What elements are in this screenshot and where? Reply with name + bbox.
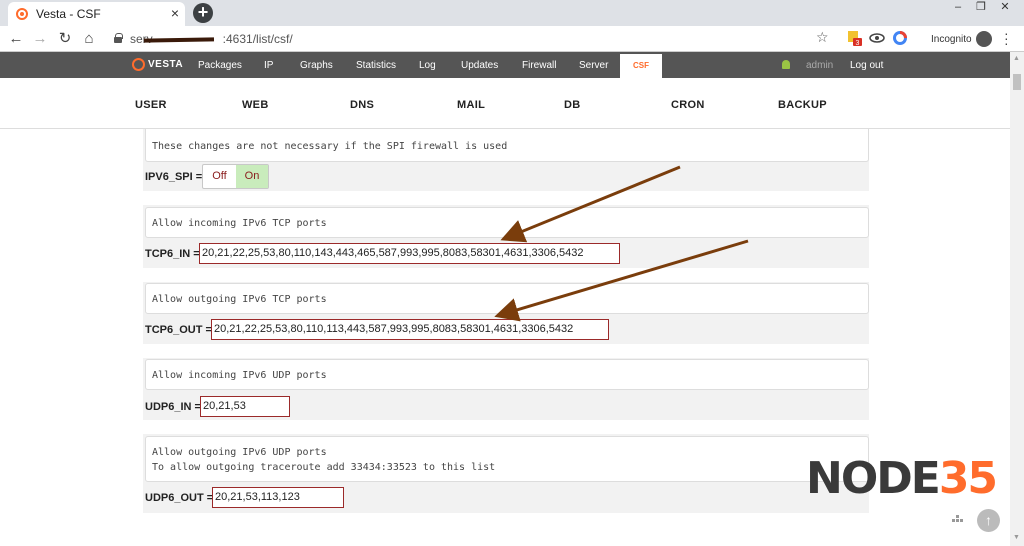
scroll-down-icon[interactable]: ▼ [1013,534,1020,541]
tab-bar: Vesta - CSF × + – ❐ ✕ [0,0,1024,26]
nav-server[interactable]: Server [579,60,608,71]
ipv6-spi-on-option[interactable]: On [236,165,268,188]
vesta-logo-text: VESTA [148,59,184,70]
logout-link[interactable]: Log out [850,60,883,71]
nav-csf-label: CSF [633,61,649,70]
nav-updates[interactable]: Updates [461,60,498,71]
ipv6-spi-toggle[interactable]: Off On [202,164,269,189]
star-icon[interactable]: ☆ [816,29,829,46]
section-web[interactable]: WEB [242,99,269,111]
browser-toolbar: ← → ↻ ⌂ serv:4631/list/csf/ ☆ 3 Incognit… [0,26,1024,52]
tcp6-out-label: TCP6_OUT = [145,324,212,336]
section-mail[interactable]: MAIL [457,99,485,111]
watermark-part-a: NODE [806,453,941,504]
back-icon[interactable]: ← [7,30,25,48]
ipv6-spi-label: IPV6_SPI = [145,171,203,183]
scroll-thumb[interactable] [1013,74,1021,90]
forward-icon[interactable]: → [31,30,49,48]
user-name[interactable]: admin [806,60,833,71]
udp6-out-input[interactable]: 20,21,53,113,123 [212,487,344,508]
tab-title: Vesta - CSF [36,7,101,21]
section-cron[interactable]: CRON [671,99,705,111]
restore-button[interactable]: ❐ [971,0,991,14]
url-path: :4631/list/csf/ [222,32,293,46]
eye-extension-icon[interactable] [869,30,885,46]
close-window-button[interactable]: ✕ [995,0,1015,14]
vesta-logo-icon [132,58,145,71]
section-user[interactable]: USER [135,99,167,111]
tcp6-in-label: TCP6_IN = [145,248,200,260]
nav-log[interactable]: Log [419,60,436,71]
watermark-part-b: 35 [938,453,998,504]
vesta-section-nav: USER WEB DNS MAIL DB CRON BACKUP [0,78,1010,129]
tcp6-out-input[interactable]: 20,21,22,25,53,80,110,113,443,587,993,99… [211,319,609,340]
nav-graphs[interactable]: Graphs [300,60,333,71]
nav-ip[interactable]: IP [264,60,273,71]
section-backup[interactable]: BACKUP [778,99,827,111]
browser-window: Vesta - CSF × + – ❐ ✕ ← → ↻ ⌂ serv:4631/… [0,0,1024,546]
nav-packages[interactable]: Packages [198,60,242,71]
extension-badge: 3 [856,40,860,46]
reload-icon[interactable]: ↻ [56,30,74,48]
tcp6-out-comment: Allow outgoing IPv6 TCP ports [145,283,869,314]
tcp6-in-comment: Allow incoming IPv6 TCP ports [145,207,869,238]
udp6-in-input[interactable]: 20,21,53 [200,396,290,417]
scroll-up-icon[interactable]: ▲ [1013,55,1020,62]
nav-csf[interactable]: CSF [620,54,662,78]
vesta-top-nav: VESTA Packages IP Graphs Statistics Log … [0,52,1010,78]
udp6-out-label: UDP6_OUT = [145,492,214,504]
section-db[interactable]: DB [564,99,581,111]
incognito-icon[interactable] [976,31,992,47]
extension-icon[interactable]: 3 [846,30,862,47]
udp6-in-comment: Allow incoming IPv6 UDP ports [145,359,869,390]
address-bar[interactable]: serv:4631/list/csf/ [110,29,840,49]
node35-watermark: NODE35 [806,457,998,501]
color-extension-icon[interactable] [892,30,908,46]
vesta-favicon-icon [16,8,28,20]
nav-statistics[interactable]: Statistics [356,60,396,71]
udp6-in-label: UDP6_IN = [145,401,201,413]
lock-icon [114,33,123,43]
tab-close-icon[interactable]: × [171,5,179,21]
tcp6-in-input[interactable]: 20,21,22,25,53,80,110,143,443,465,587,99… [199,243,620,264]
page-scrollbar[interactable]: ▲ ▼ [1010,52,1024,546]
grid-dots-icon [952,515,964,523]
incognito-label: Incognito [931,34,972,45]
scroll-top-icon[interactable]: ↑ [977,509,1000,532]
home-icon[interactable]: ⌂ [80,30,98,48]
browser-tab[interactable]: Vesta - CSF × [8,2,185,26]
menu-icon[interactable]: · · · [1004,26,1010,50]
minimize-button[interactable]: – [948,0,968,14]
udp6-out-comment: Allow outgoing IPv6 UDP ports To allow o… [145,436,869,482]
ipv6-spi-off-option[interactable]: Off [203,165,236,188]
new-tab-button[interactable]: + [193,3,213,23]
spi-comment: These changes are not necessary if the S… [145,129,869,162]
nav-firewall[interactable]: Firewall [522,60,556,71]
bell-icon[interactable] [782,60,790,69]
section-dns[interactable]: DNS [350,99,374,111]
